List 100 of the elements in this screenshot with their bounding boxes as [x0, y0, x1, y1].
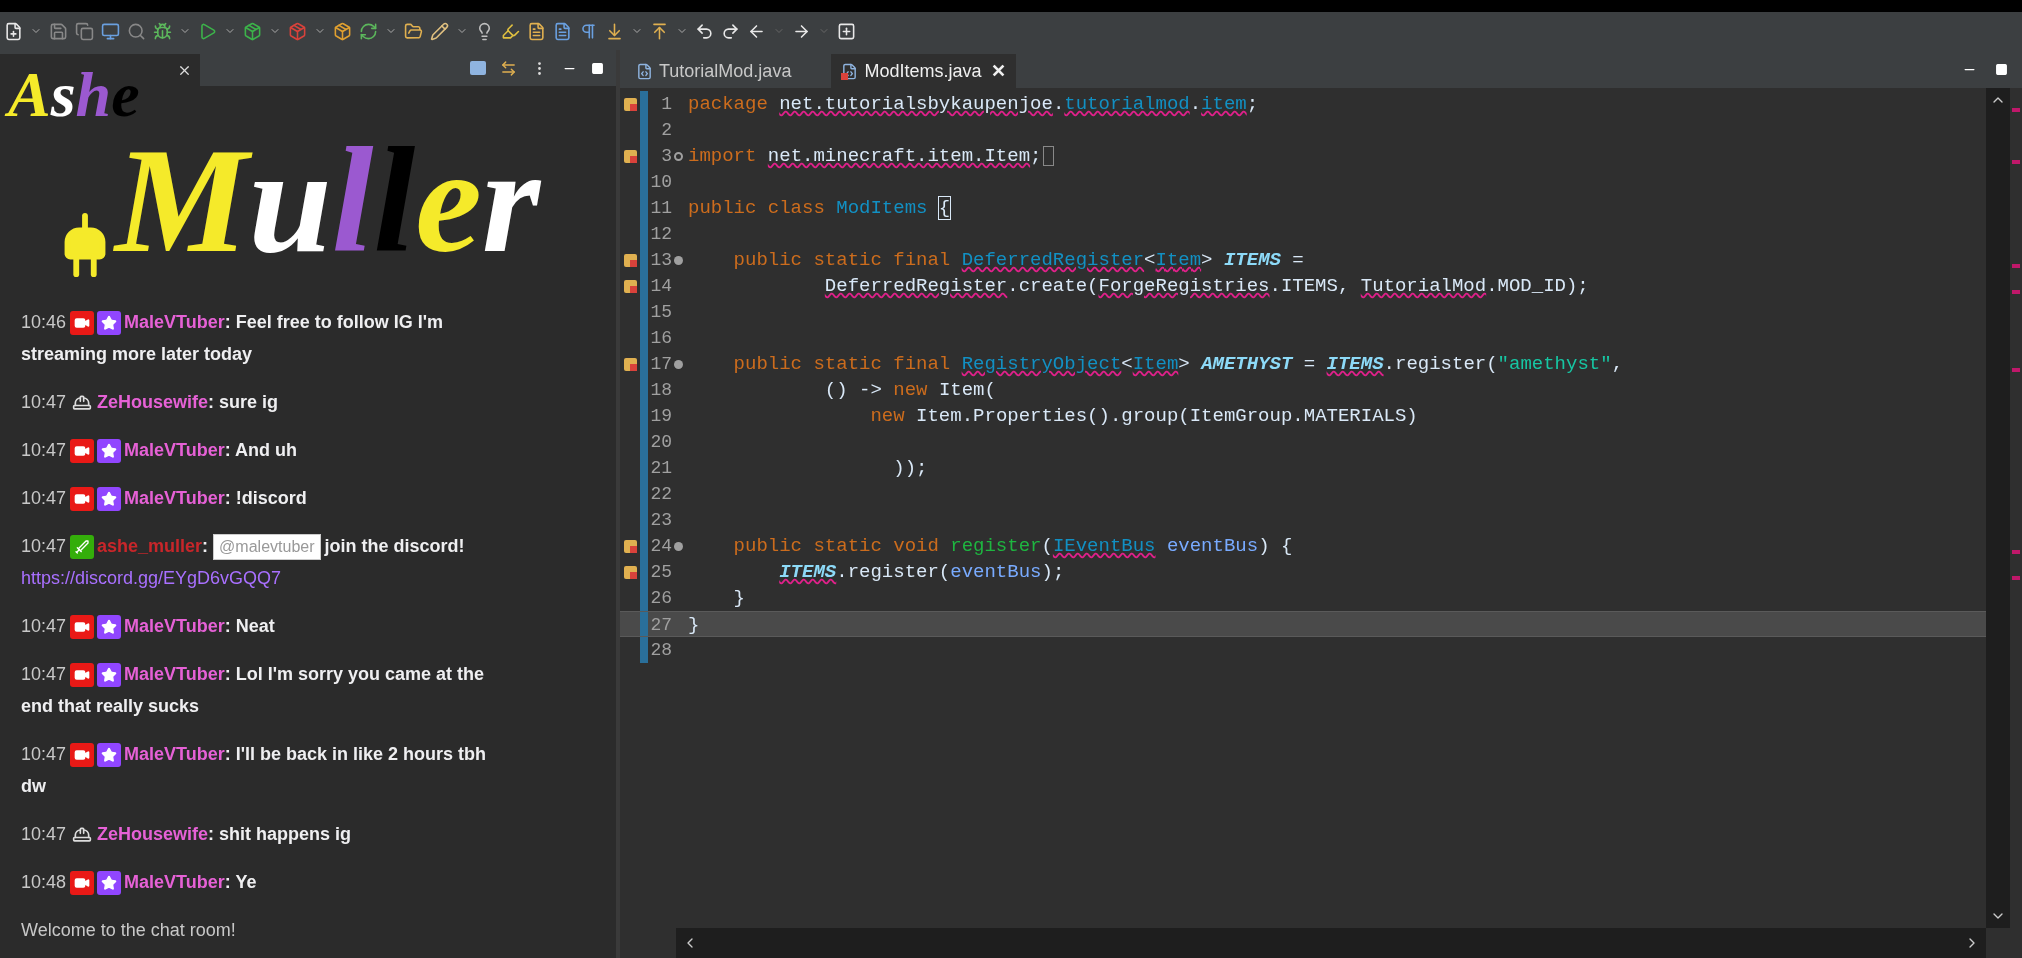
- username[interactable]: ZeHousewife: [97, 824, 209, 844]
- code-token: Item.Properties().group(ItemGroup.MATERIALS): [915, 405, 1418, 427]
- line-number: 22: [649, 483, 672, 506]
- code-token: Item: [1132, 353, 1179, 375]
- code-token: public static void: [732, 535, 940, 557]
- code-token: eventBus: [950, 561, 1042, 583]
- message-time: 10:47: [21, 488, 67, 508]
- line-number: 10: [649, 171, 672, 194]
- line-number: 27: [649, 614, 672, 636]
- code-token: }: [732, 587, 745, 609]
- code-token: net.minecraft.item.Item: [767, 145, 1031, 167]
- message-text: : shit happens ig: [208, 824, 352, 844]
- logo-letter: e: [415, 120, 482, 280]
- logo-letter: s: [50, 60, 76, 130]
- code-token: ;: [1030, 145, 1042, 167]
- username[interactable]: MaleVTuber: [124, 616, 225, 636]
- code-token: RegistryObject: [961, 353, 1122, 375]
- line-number: 12: [649, 223, 672, 246]
- message-time: 10:48: [21, 872, 67, 892]
- message-text: : sure ig: [208, 392, 279, 412]
- message-time: 10:47: [21, 392, 67, 412]
- line-number: 23: [649, 509, 672, 532]
- message-text: : !discord: [224, 488, 307, 508]
- code-token: DeferredRegister: [823, 275, 1008, 297]
- message-text: dw: [21, 775, 46, 798]
- code-token: "amethyst": [1497, 353, 1612, 375]
- line-number: 16: [649, 327, 672, 350]
- code-token: {: [938, 197, 951, 219]
- code-token: ModItems: [836, 197, 928, 219]
- code-token: ITEMS: [1326, 353, 1384, 375]
- code-token: );: [1041, 561, 1065, 583]
- code-token: ITEMS: [778, 561, 837, 583]
- message-text: : Neat: [224, 616, 275, 636]
- code-token: item: [1201, 93, 1247, 115]
- welcome-message: Welcome to the chat room!: [21, 919, 237, 942]
- code-token: register: [950, 535, 1042, 557]
- message-time: 10:47: [21, 664, 67, 684]
- message-time: 10:47: [21, 824, 67, 844]
- line-number: 20: [649, 431, 672, 454]
- code-token: eventBus: [1165, 535, 1259, 557]
- username[interactable]: MaleVTuber: [124, 488, 225, 508]
- code-token: Item(: [937, 379, 996, 401]
- message-text: : Lol I'm sorry you came at the: [224, 664, 485, 684]
- message-time: 10:47: [21, 536, 67, 556]
- code-token: public static final: [732, 249, 952, 271]
- code-token: .: [1052, 93, 1065, 115]
- code-token: ForgeRegistries: [1098, 275, 1270, 297]
- code-token: ,: [1611, 353, 1624, 375]
- message-text: : Ye: [224, 872, 257, 892]
- logo-letter: l: [331, 120, 374, 280]
- code-token: .create(: [1007, 275, 1099, 297]
- code-token: tutorialmod: [1064, 93, 1190, 115]
- code-token: >: [1178, 353, 1191, 375]
- message-time: 10:47: [21, 744, 67, 764]
- code-token: new: [869, 405, 905, 427]
- username[interactable]: MaleVTuber: [124, 440, 225, 460]
- username[interactable]: MaleVTuber: [124, 872, 225, 892]
- code-token: =: [1302, 353, 1317, 375]
- line-number: 17: [649, 353, 672, 376]
- code-token: Item: [1155, 249, 1202, 271]
- logo-letter: r: [481, 120, 541, 280]
- line-number: 2: [660, 119, 672, 142]
- code-token: <: [1144, 249, 1156, 271]
- mention-chip[interactable]: @malevtuber: [213, 534, 321, 561]
- message-time: 10:46: [21, 312, 67, 332]
- username[interactable]: ZeHousewife: [97, 392, 209, 412]
- code-token: <: [1121, 353, 1133, 375]
- username[interactable]: ashe_muller: [97, 536, 203, 556]
- message-text: : Feel free to follow IG I'm: [224, 312, 444, 332]
- code-token: }: [688, 614, 700, 636]
- tab-close[interactable]: ✕: [991, 57, 1007, 85]
- username[interactable]: MaleVTuber: [124, 664, 225, 684]
- message-link[interactable]: https://discord.gg/EYgD6vGQQ7: [21, 562, 282, 594]
- code-token: AMETHYST: [1201, 353, 1293, 375]
- message-time: 10:47: [21, 616, 67, 636]
- code-token: public static final: [732, 353, 952, 375]
- code-token: =: [1291, 249, 1304, 271]
- username[interactable]: MaleVTuber: [124, 312, 225, 332]
- editor-tab[interactable]: TutorialMod.java: [626, 54, 802, 88]
- line-number: 14: [649, 275, 672, 298]
- message-text: : And uh: [224, 440, 298, 460]
- line-number: 25: [649, 561, 672, 584]
- line-number: 13: [649, 249, 672, 272]
- code-token: ITEMS: [1223, 249, 1281, 271]
- line-number: 21: [649, 457, 672, 480]
- line-number: 28: [649, 639, 672, 662]
- message-text: :: [202, 536, 209, 556]
- code-token: IEventBus: [1052, 535, 1156, 557]
- message-text: end that really sucks: [21, 695, 200, 718]
- message-time: 10:47: [21, 440, 67, 460]
- line-number: 26: [649, 587, 672, 610]
- code-token: net.tutorialsbykaupenjoe: [779, 93, 1053, 115]
- code-token: package: [688, 93, 769, 115]
- editor-tab[interactable]: ModItems.java ✕: [831, 54, 1017, 88]
- line-number: 18: [649, 379, 672, 402]
- username[interactable]: MaleVTuber: [124, 744, 225, 764]
- code-token: import: [688, 145, 758, 167]
- message-text: streaming more later today: [21, 343, 253, 366]
- code-token: TutorialMod: [1360, 275, 1487, 297]
- line-number: 24: [649, 535, 672, 558]
